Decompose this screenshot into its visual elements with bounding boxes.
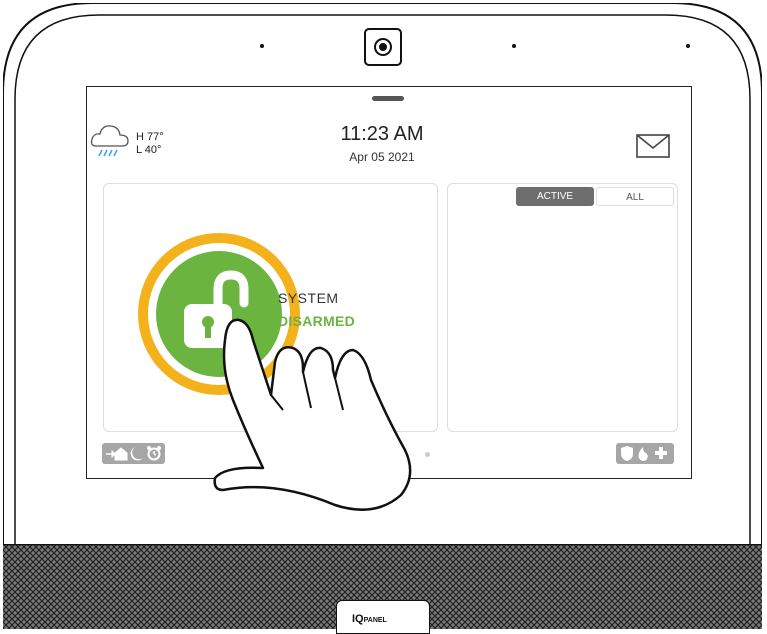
brand-logo: IQPANEL xyxy=(352,613,387,625)
sensor-dot-left xyxy=(260,44,264,48)
sensor-dot-right xyxy=(686,44,690,48)
temperature-low: L 40° xyxy=(136,144,162,156)
clock-time: 11:23 AM xyxy=(340,123,424,145)
exit-door-icon xyxy=(106,447,128,461)
fire-icon xyxy=(638,447,648,461)
arm-shortcuts-button[interactable] xyxy=(102,443,165,464)
tab-all[interactable]: ALL xyxy=(596,187,674,206)
sensor-dot-mid xyxy=(512,44,516,48)
pointing-hand-icon xyxy=(213,318,412,511)
clock-date: Apr 05 2021 xyxy=(349,150,415,164)
medical-cross-icon xyxy=(655,447,667,459)
envelope-icon[interactable] xyxy=(636,134,670,158)
rain-cloud-icon[interactable] xyxy=(90,118,132,160)
pull-down-handle[interactable] xyxy=(372,96,404,101)
shield-icon xyxy=(621,446,633,461)
sensors-panel xyxy=(447,183,678,432)
temperature-high: H 77° xyxy=(136,131,164,143)
alarm-clock-icon xyxy=(147,446,161,461)
tab-active[interactable]: ACTIVE xyxy=(516,187,594,206)
camera-icon xyxy=(364,28,402,66)
moon-icon xyxy=(130,447,143,461)
emergency-button[interactable] xyxy=(616,443,674,464)
